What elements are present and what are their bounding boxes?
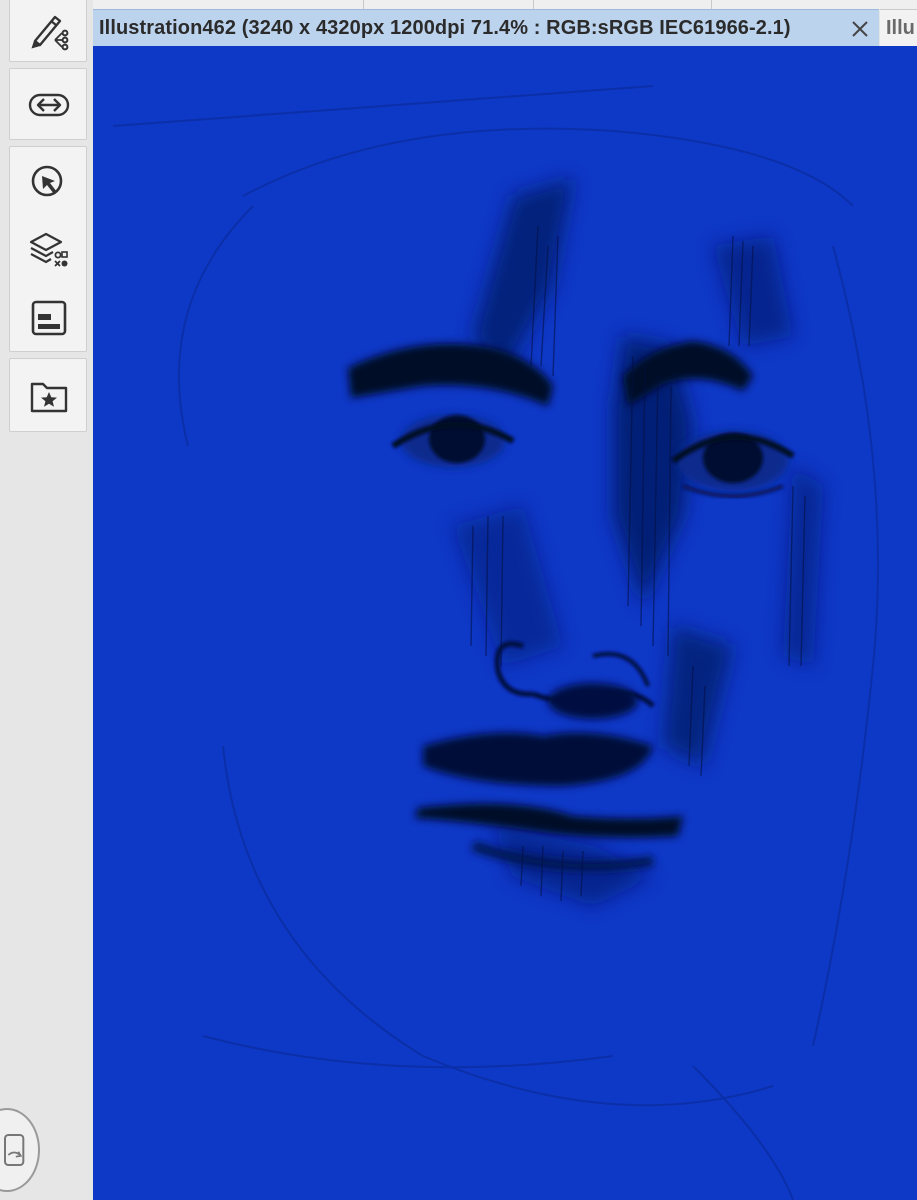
swap-icon: [28, 93, 70, 117]
strip-segment: [93, 0, 364, 9]
tool-sidebar: [0, 0, 94, 1200]
pen-settings-icon: [31, 15, 69, 51]
sketch-eyes: [391, 415, 795, 498]
tab-next-label: Illu: [886, 16, 915, 39]
tab-next-document[interactable]: Illu: [880, 9, 917, 46]
favorites-button[interactable]: [10, 363, 88, 429]
rotate-icon: [4, 1134, 25, 1166]
tool-group-material: [9, 358, 87, 432]
pen-settings-button[interactable]: [10, 0, 88, 62]
select-tool-button[interactable]: [10, 149, 88, 215]
layers-button[interactable]: [10, 217, 88, 283]
strip-segment: [363, 0, 534, 9]
swap-button[interactable]: [10, 72, 88, 138]
sketch-artwork: [112, 85, 879, 1200]
tab-title: Illustration462 (3240 x 4320px 1200dpi 7…: [99, 16, 791, 39]
favorites-icon: [30, 382, 68, 413]
sketch-shadows: [453, 178, 823, 906]
panel-icon: [31, 300, 67, 336]
tool-group-top: [9, 0, 87, 62]
sketch-eyebrows: [348, 341, 753, 406]
close-icon[interactable]: [849, 18, 871, 40]
document-tab-bar: Illustration462 (3240 x 4320px 1200dpi 7…: [93, 0, 917, 46]
tool-group-swap: [9, 68, 87, 140]
panel-button[interactable]: [10, 285, 88, 351]
tool-group-main: [9, 146, 87, 352]
select-icon: [31, 165, 63, 197]
drawing-canvas[interactable]: [93, 46, 917, 1200]
strip-segment: [533, 0, 712, 9]
tabbar-strip: [93, 0, 917, 9]
tab-illustration462[interactable]: Illustration462 (3240 x 4320px 1200dpi 7…: [93, 9, 879, 46]
rotate-device-button[interactable]: [0, 1108, 40, 1192]
layers-icon: [29, 232, 68, 267]
app-window: Illustration462 (3240 x 4320px 1200dpi 7…: [0, 0, 917, 1200]
sketch-nostril-shadow: [548, 683, 638, 719]
